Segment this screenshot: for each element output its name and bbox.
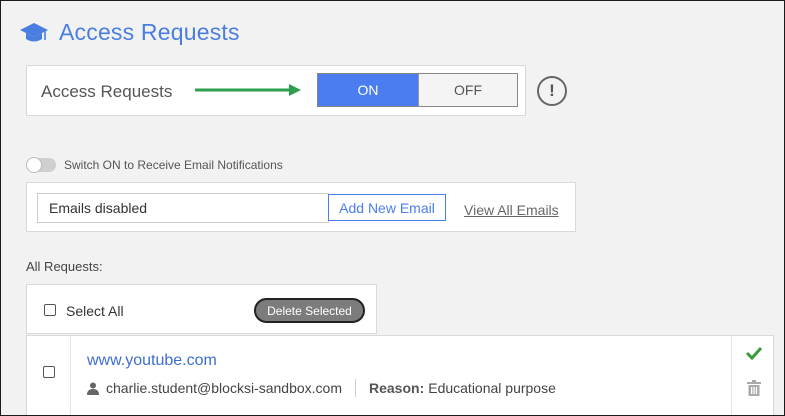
delete-selected-button[interactable]: Delete Selected — [254, 298, 365, 323]
user-icon — [87, 382, 99, 395]
access-requests-label: Access Requests — [41, 82, 173, 101]
page-header: Access Requests — [19, 19, 240, 46]
request-url-link[interactable]: www.youtube.com — [87, 352, 217, 370]
select-all-label[interactable]: Select All — [66, 303, 124, 319]
select-all-checkbox[interactable] — [44, 304, 56, 316]
graduation-cap-icon — [20, 22, 48, 41]
reason-text: Educational purpose — [428, 380, 556, 396]
toggle-on-button[interactable]: ON — [318, 74, 418, 106]
switch-track[interactable] — [26, 157, 56, 173]
row-actions — [731, 336, 773, 415]
row-checkbox[interactable] — [43, 366, 55, 378]
email-switch-label: Switch ON to Receive Email Notifications — [64, 158, 283, 172]
request-row: www.youtube.com charlie.student@blocksi-… — [26, 335, 774, 415]
request-meta: charlie.student@blocksi-sandbox.com Reas… — [87, 379, 556, 397]
view-all-emails-link[interactable]: View All Emails — [464, 202, 559, 218]
checkmark-icon[interactable] — [745, 346, 763, 360]
request-user: charlie.student@blocksi-sandbox.com — [106, 380, 342, 396]
row-checkbox-cell — [27, 336, 71, 415]
email-card: Emails disabled Add New Email View All E… — [26, 182, 576, 232]
page-title: Access Requests — [59, 19, 240, 45]
switch-knob — [26, 157, 42, 173]
app-frame: Access Requests Access Requests ON OFF !… — [0, 0, 785, 416]
add-new-email-button[interactable]: Add New Email — [328, 194, 446, 221]
access-toggle: ON OFF — [317, 73, 518, 107]
toggle-off-button[interactable]: OFF — [418, 74, 517, 106]
email-input[interactable]: Emails disabled — [37, 193, 329, 223]
select-all-card: Select All Delete Selected — [26, 284, 377, 334]
meta-divider — [355, 379, 356, 397]
trash-icon[interactable] — [747, 380, 761, 396]
access-requests-card: Access Requests ON OFF — [26, 65, 526, 116]
all-requests-heading: All Requests: — [26, 259, 103, 274]
email-notification-switch[interactable]: Switch ON to Receive Email Notifications — [26, 157, 283, 173]
arrow-right-icon — [195, 84, 301, 96]
reason-label: Reason: — [369, 380, 425, 396]
exclamation-icon[interactable]: ! — [537, 76, 567, 106]
